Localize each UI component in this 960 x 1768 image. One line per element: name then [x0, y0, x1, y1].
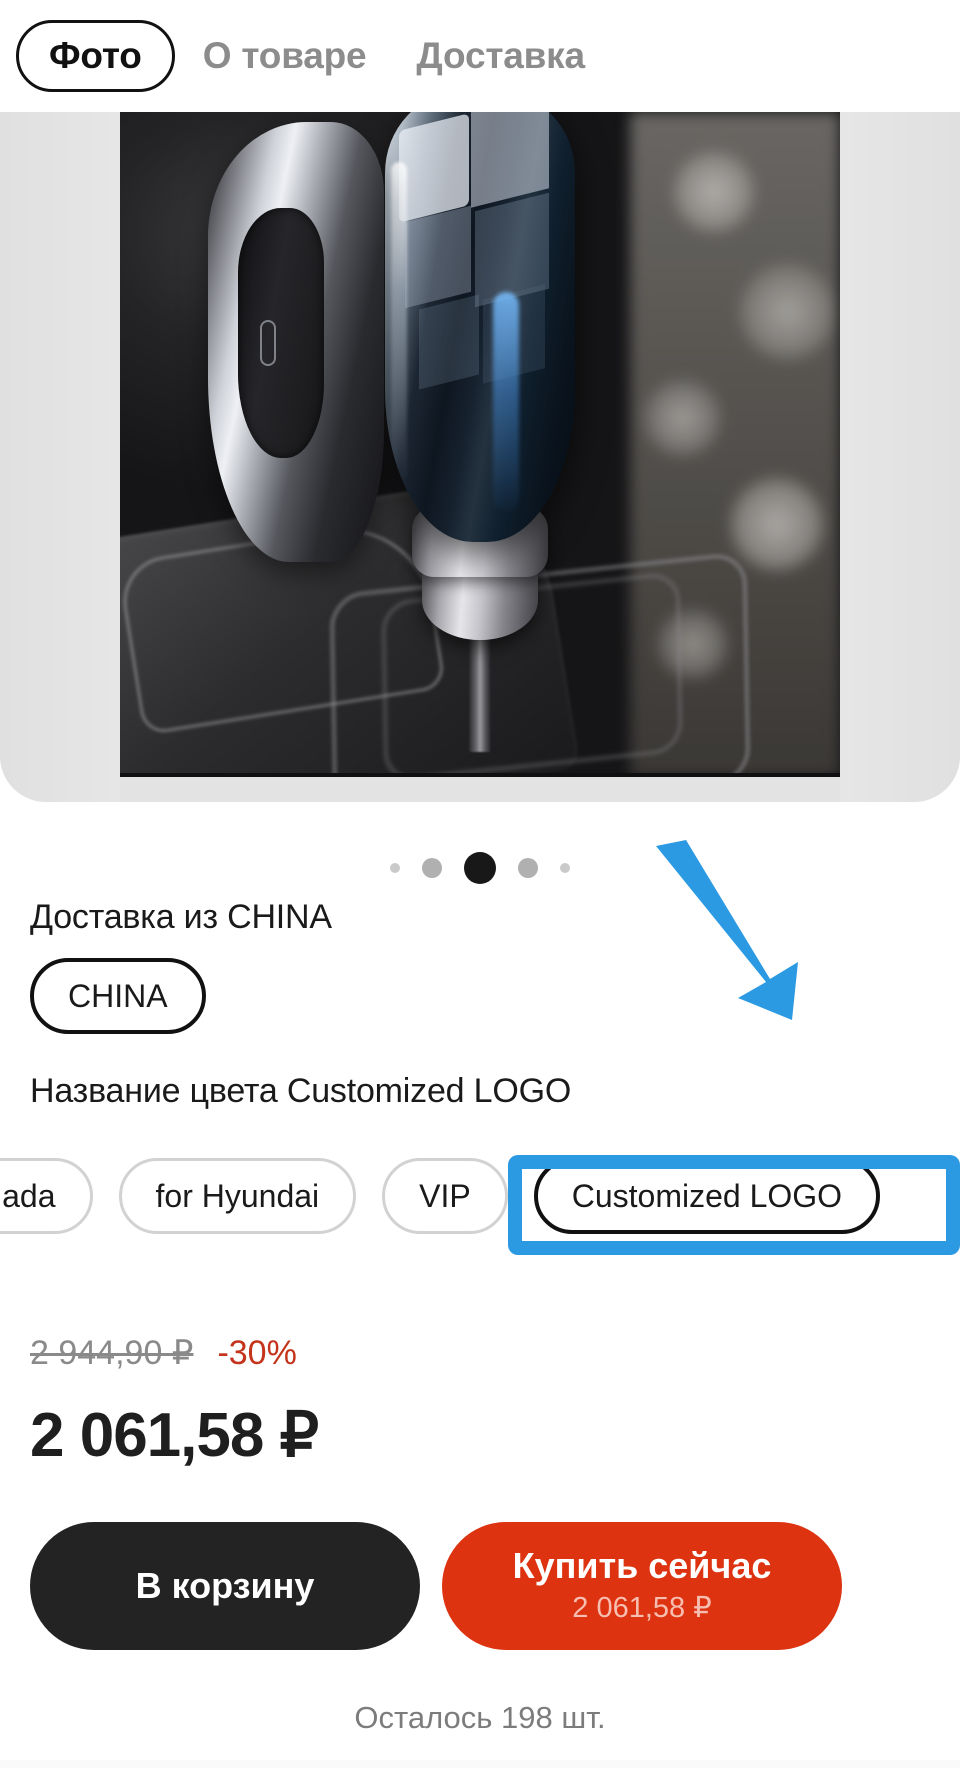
color-chip-customized-logo[interactable]: Customized LOGO: [533, 1158, 881, 1234]
product-gallery[interactable]: [0, 112, 960, 802]
gallery-pagination-dots[interactable]: [0, 852, 960, 884]
gallery-dot[interactable]: [518, 858, 538, 878]
gallery-dot[interactable]: [422, 858, 442, 878]
price-discount-badge: -30%: [217, 1334, 297, 1372]
photo-chrome-inlay: [238, 208, 324, 458]
delivery-chip-row: CHINA: [30, 958, 206, 1034]
color-section-title: Название цвета Customized LOGO: [30, 1072, 572, 1110]
gallery-next-slide-edge[interactable]: [840, 112, 960, 802]
color-chip-label: VIP: [419, 1177, 471, 1214]
cta-row: В корзину Купить сейчас 2 061,58 ₽: [30, 1522, 930, 1650]
tab-photo-label: Фото: [49, 35, 142, 76]
buy-now-price: 2 061,58 ₽: [572, 1592, 712, 1625]
color-chip-label: lada: [0, 1177, 56, 1214]
delivery-section-title: Доставка из CHINA: [30, 898, 332, 936]
delivery-chip-china[interactable]: CHINA: [30, 958, 206, 1034]
photo-crystal-edge-light: [391, 162, 407, 482]
add-to-cart-label: В корзину: [135, 1565, 315, 1606]
top-tab-bar: Фото О товаре Доставка: [0, 0, 960, 112]
tab-delivery-label: Доставка: [416, 35, 585, 76]
color-chip-label: Customized LOGO: [571, 1177, 843, 1214]
color-chip-lada[interactable]: lada: [0, 1158, 93, 1234]
tab-about[interactable]: О товаре: [181, 25, 389, 87]
photo-crystal-body: [385, 112, 575, 542]
gallery-dot-active[interactable]: [464, 852, 496, 884]
price-old-row: 2 944,90 ₽ -30%: [30, 1333, 297, 1373]
photo-bottom-edge: [120, 773, 840, 777]
color-chip-vip[interactable]: VIP: [382, 1158, 508, 1234]
gallery-prev-slide-edge[interactable]: [0, 112, 120, 802]
buy-now-label: Купить сейчас: [512, 1544, 772, 1586]
photo-crystal-facet: [399, 113, 469, 223]
product-page: Фото О товаре Доставка Доставка из CHINA…: [0, 0, 960, 1768]
tab-photo[interactable]: Фото: [16, 20, 175, 92]
tab-about-label: О товаре: [202, 35, 367, 76]
photo-crystal-facet: [405, 205, 471, 309]
delivery-chip-label: CHINA: [68, 977, 168, 1014]
photo-crystal-blue-highlight: [493, 292, 519, 512]
tab-delivery[interactable]: Доставка: [394, 25, 606, 87]
add-to-cart-button[interactable]: В корзину: [30, 1522, 420, 1650]
gallery-current-slide[interactable]: [120, 112, 840, 777]
photo-chrome-wing: [208, 122, 384, 562]
photo-crystal-facet: [471, 112, 549, 208]
color-chip-for-hyundai[interactable]: for Hyundai: [118, 1158, 357, 1234]
gallery-dot[interactable]: [560, 863, 570, 873]
stock-note: Осталось 198 шт.: [354, 1700, 606, 1735]
price-current: 2 061,58 ₽: [30, 1401, 319, 1470]
bottom-strip: [0, 1760, 960, 1768]
price-old: 2 944,90 ₽: [30, 1334, 194, 1372]
color-chip-label: for Hyundai: [155, 1177, 320, 1214]
gallery-slides[interactable]: [0, 112, 960, 802]
gallery-dot[interactable]: [390, 863, 400, 873]
buy-now-button[interactable]: Купить сейчас 2 061,58 ₽: [442, 1522, 842, 1650]
color-chip-row[interactable]: lada for Hyundai VIP Customized LOGO: [0, 1150, 960, 1242]
photo-crystal-facet: [419, 294, 479, 390]
